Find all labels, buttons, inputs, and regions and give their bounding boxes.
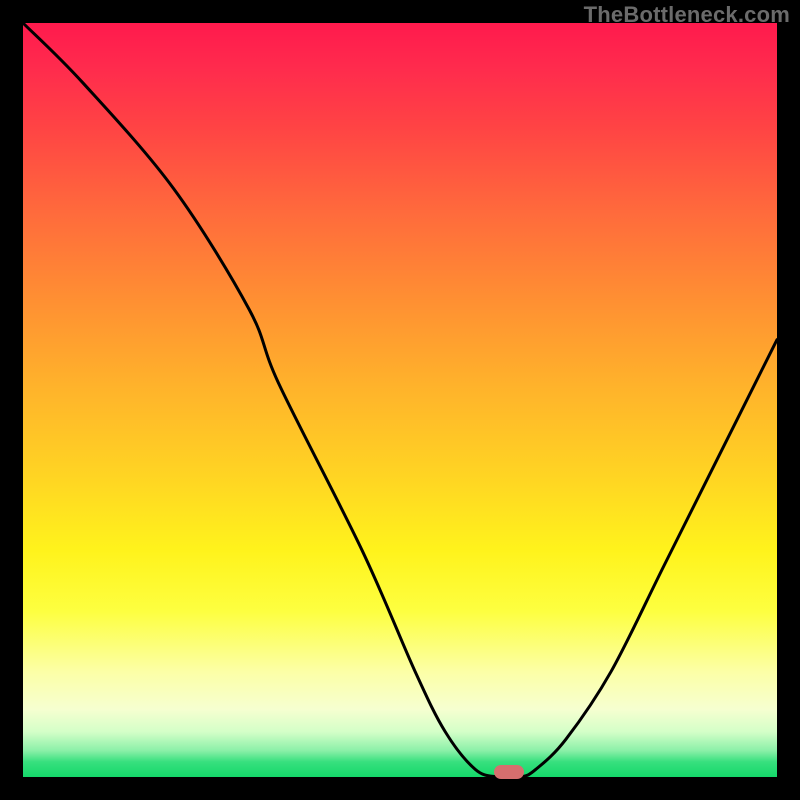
chart-frame: TheBottleneck.com — [0, 0, 800, 800]
optimal-marker — [494, 765, 524, 779]
plot-area — [23, 23, 777, 777]
watermark-text: TheBottleneck.com — [584, 2, 790, 28]
bottleneck-curve — [23, 23, 777, 777]
